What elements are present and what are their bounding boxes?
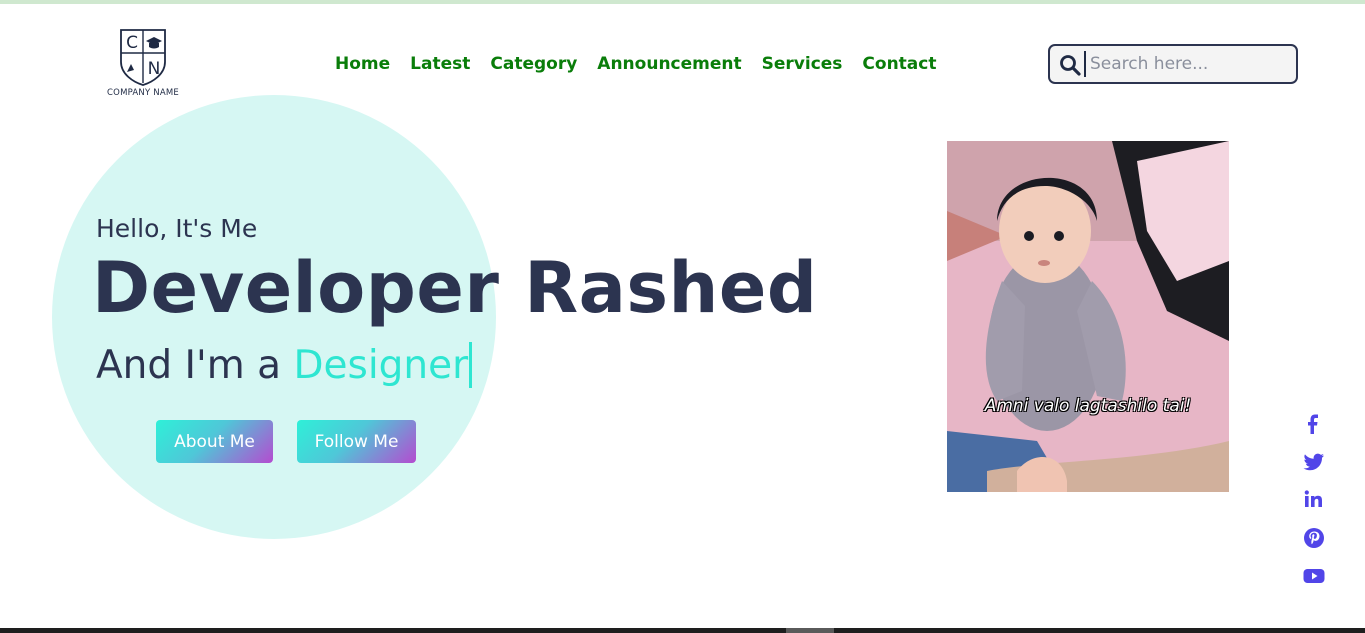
twitter-icon[interactable]: [1300, 448, 1328, 476]
nav-home[interactable]: Home: [335, 53, 390, 75]
nav-contact[interactable]: Contact: [862, 53, 936, 75]
text-cursor: [1084, 51, 1086, 77]
about-me-button[interactable]: About Me: [156, 420, 273, 463]
horizontal-scrollbar[interactable]: [0, 628, 1365, 633]
company-name: COMPANY NAME: [107, 88, 179, 98]
company-logo[interactable]: C N COMPANY NAME: [100, 28, 186, 102]
youtube-icon[interactable]: [1300, 562, 1328, 590]
pinterest-icon[interactable]: [1300, 524, 1328, 552]
hero-name: Developer Rashed: [92, 247, 818, 329]
baby-photo-illustration: [947, 141, 1229, 492]
search-box[interactable]: [1048, 44, 1298, 84]
logo-letter-c: C: [126, 33, 138, 53]
role-highlight: Designer: [293, 343, 469, 388]
browser-top-border: [0, 0, 1365, 4]
facebook-icon[interactable]: [1300, 410, 1328, 438]
crest-icon: C N: [120, 29, 166, 86]
search-input[interactable]: [1090, 52, 1290, 76]
social-links: [1300, 410, 1328, 600]
hero-image: Amni valo lagtashilo tai!: [947, 141, 1229, 492]
main-nav: Home Latest Category Announcement Servic…: [335, 53, 956, 75]
follow-me-button[interactable]: Follow Me: [297, 420, 416, 463]
image-caption: Amni valo lagtashilo tai!: [984, 396, 1192, 416]
linkedin-icon[interactable]: [1300, 486, 1328, 514]
logo-letter-n: N: [148, 59, 161, 79]
typing-cursor: [469, 342, 473, 388]
nav-services[interactable]: Services: [762, 53, 843, 75]
nav-category[interactable]: Category: [490, 53, 577, 75]
nav-latest[interactable]: Latest: [410, 53, 470, 75]
hero-role: And I'm a Designer: [96, 342, 473, 390]
hero-greeting: Hello, It's Me: [96, 214, 258, 243]
scrollbar-thumb[interactable]: [786, 628, 834, 633]
search-icon[interactable]: [1059, 54, 1081, 76]
nav-announcement[interactable]: Announcement: [597, 53, 741, 75]
role-prefix: And I'm a: [96, 343, 282, 388]
